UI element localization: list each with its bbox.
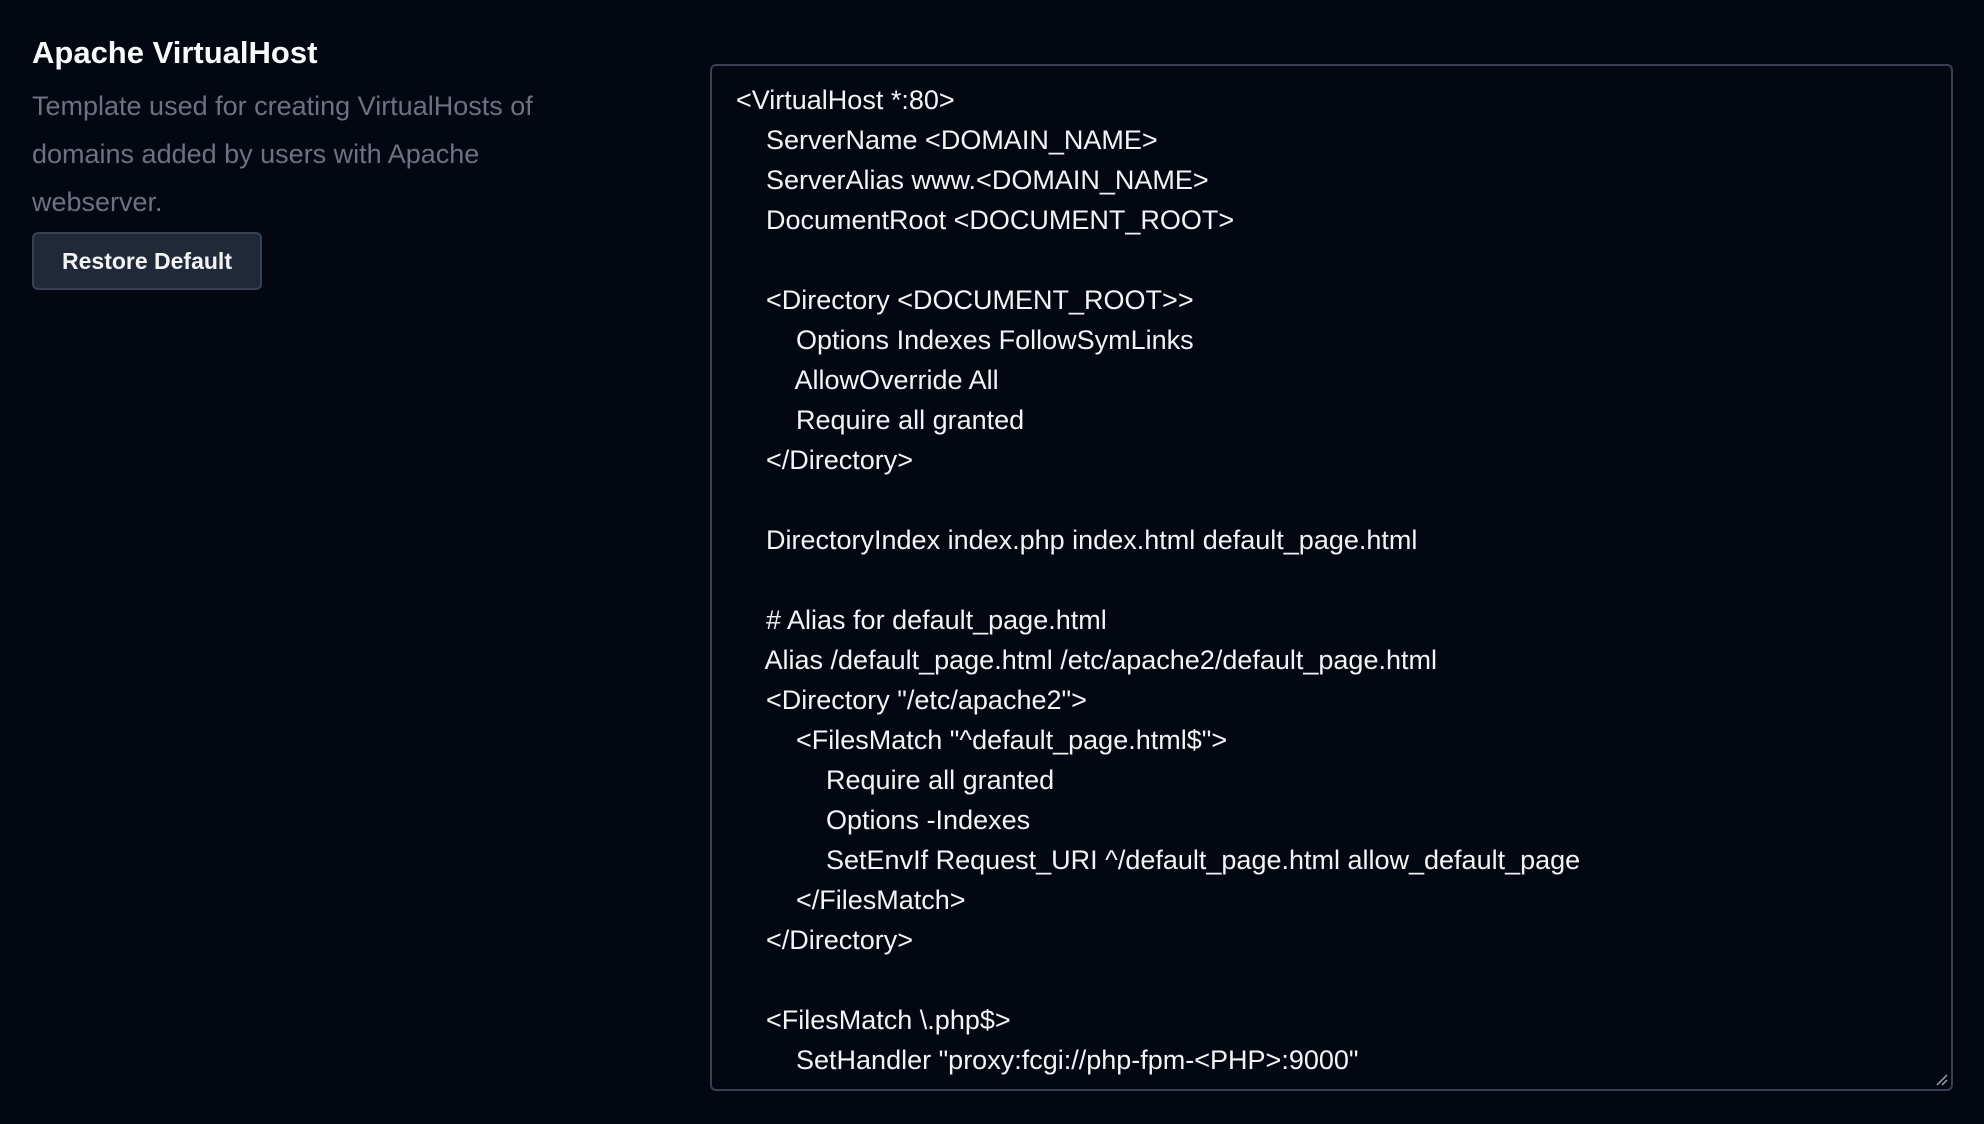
section-description: Template used for creating VirtualHosts …: [32, 91, 533, 217]
section-title: Apache VirtualHost: [32, 35, 318, 70]
template-code[interactable]: <VirtualHost *:80> ServerName <DOMAIN_NA…: [712, 66, 1951, 1089]
restore-default-button[interactable]: Restore Default: [32, 232, 262, 290]
section-header: Apache VirtualHost Template used for cre…: [32, 28, 592, 290]
template-editor[interactable]: <VirtualHost *:80> ServerName <DOMAIN_NA…: [710, 64, 1953, 1091]
resize-handle-icon[interactable]: [1933, 1071, 1949, 1087]
settings-page: Apache VirtualHost Template used for cre…: [0, 0, 1984, 1124]
